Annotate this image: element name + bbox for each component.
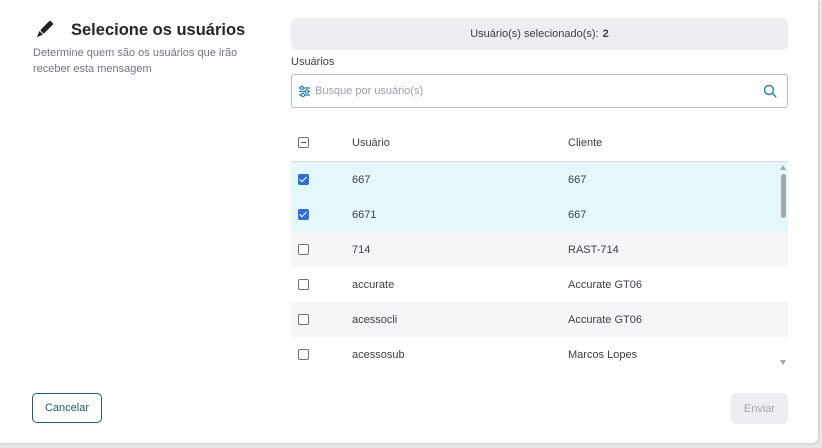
select-all-checkbox[interactable] [298,137,309,148]
row-user: acessocli [352,313,398,326]
table-scrollbar[interactable] [779,162,788,368]
title-row: Selecione os usuários [33,19,273,41]
cancel-button[interactable]: Cancelar [32,393,102,423]
row-checkbox[interactable] [298,279,309,290]
row-checkbox[interactable] [298,244,309,255]
row-client: Accurate GT06 [568,313,642,326]
row-client: Marcos Lopes [568,348,638,361]
header-section: Selecione os usuários Determine quem são… [33,19,273,77]
selected-count-value: 2 [602,28,609,40]
select-users-modal: Selecione os usuários Determine quem são… [0,0,818,443]
filter-icon[interactable] [298,85,311,98]
search-input[interactable] [315,85,763,97]
search-label: Usuários [291,56,335,68]
users-table: Usuário Cliente 667 667 6671 667 714 RAS… [291,124,788,368]
table-row[interactable]: accurate Accurate GT06 [291,267,788,302]
search-icon[interactable] [763,84,777,98]
row-checkbox[interactable] [298,174,309,185]
selected-count-banner: Usuário(s) selecionado(s): 2 [291,18,788,50]
column-header-user[interactable]: Usuário [352,137,568,149]
row-user: acessosub [352,348,405,361]
row-client: RAST-714 [568,243,619,256]
column-header-client[interactable]: Cliente [568,137,788,149]
search-field[interactable] [291,74,788,108]
table-row[interactable]: 6671 667 [291,197,788,232]
row-user: 667 [352,173,371,186]
row-checkbox[interactable] [298,209,309,220]
page-description: Determine quem são os usuários que irão … [33,47,238,75]
row-client: Accurate GT06 [568,278,642,291]
scrollbar-thumb[interactable] [781,174,786,218]
table-row[interactable]: acessocli Accurate GT06 [291,302,788,337]
pen-icon [36,20,54,38]
table-row[interactable]: 667 667 [291,162,788,197]
scroll-down-arrow-icon[interactable] [780,360,786,365]
table-row[interactable]: acessosub Marcos Lopes [291,337,788,368]
selected-count-label: Usuário(s) selecionado(s): [470,28,599,40]
page-title: Selecione os usuários [71,20,246,39]
row-client: 667 [568,173,587,186]
header-checkbox-cell [291,137,352,148]
send-button[interactable]: Enviar [731,393,788,424]
scroll-up-arrow-icon[interactable] [780,165,786,170]
row-client: 667 [568,208,587,221]
row-user: accurate [352,278,395,291]
row-user: 714 [352,243,371,256]
row-checkbox[interactable] [298,349,309,360]
table-header: Usuário Cliente [291,124,788,162]
table-body[interactable]: 667 667 6671 667 714 RAST-714 accurate A… [291,162,788,368]
row-user: 6671 [352,208,377,221]
table-row[interactable]: 714 RAST-714 [291,232,788,267]
row-checkbox[interactable] [298,314,309,325]
